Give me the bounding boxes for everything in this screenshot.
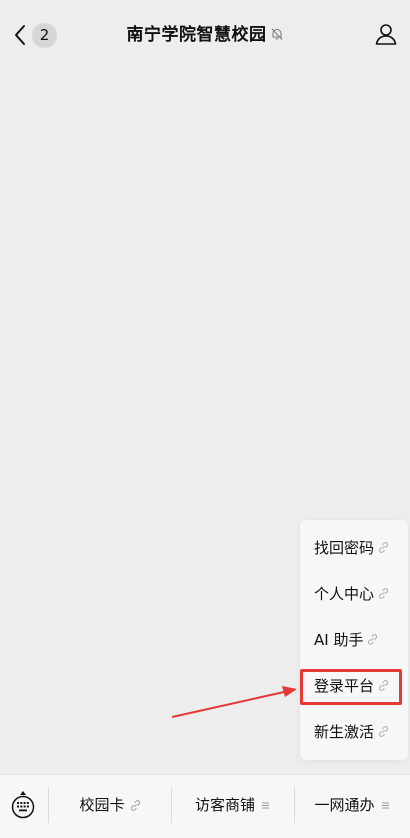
link-icon — [130, 800, 140, 811]
link-icon — [378, 542, 389, 553]
page-title: 南宁学院智慧校园 — [0, 23, 410, 47]
menu-item-freshman-activation[interactable]: 新生激活 — [300, 709, 408, 755]
menu-item-label: 找回密码 — [314, 539, 375, 557]
submenu-popup: 找回密码 个人中心 AI 助手 登录平台 新生激活 — [300, 520, 408, 760]
keyboard-icon — [11, 791, 35, 819]
page-title-text: 南宁学院智慧校园 — [126, 25, 267, 45]
chat-header: 2 南宁学院智慧校园 — [0, 0, 410, 70]
tab-label: 访客商铺 — [194, 796, 255, 814]
link-icon — [378, 726, 389, 737]
tab-label: 一网通办 — [314, 796, 375, 814]
menu-item-label: 个人中心 — [314, 585, 375, 603]
profile-button[interactable] — [374, 22, 398, 46]
link-icon — [368, 634, 378, 645]
bell-off-icon — [271, 28, 282, 40]
menu-item-label: AI 助手 — [314, 631, 364, 649]
menu-item-personal-center[interactable]: 个人中心 — [300, 571, 408, 617]
keyboard-toggle-button[interactable] — [9, 789, 37, 819]
link-icon — [378, 588, 389, 599]
tab-one-stop-service[interactable]: 一网通办 — [295, 775, 410, 837]
person-icon — [375, 24, 397, 45]
menu-lines-icon — [262, 802, 269, 809]
bottom-menu-bar: 校园卡 访客商铺 一网通办 — [0, 774, 410, 838]
menu-item-label: 新生激活 — [314, 723, 375, 741]
menu-item-label: 登录平台 — [314, 677, 375, 695]
tab-campus-card[interactable]: 校园卡 — [49, 775, 171, 837]
menu-item-find-password[interactable]: 找回密码 — [300, 525, 408, 571]
menu-item-ai-assistant[interactable]: AI 助手 — [300, 617, 408, 663]
menu-item-login-platform[interactable]: 登录平台 — [300, 663, 408, 709]
tab-visitor-shop[interactable]: 访客商铺 — [172, 775, 294, 837]
link-icon — [378, 680, 389, 691]
tab-label: 校园卡 — [79, 796, 125, 814]
menu-lines-icon — [381, 802, 389, 809]
